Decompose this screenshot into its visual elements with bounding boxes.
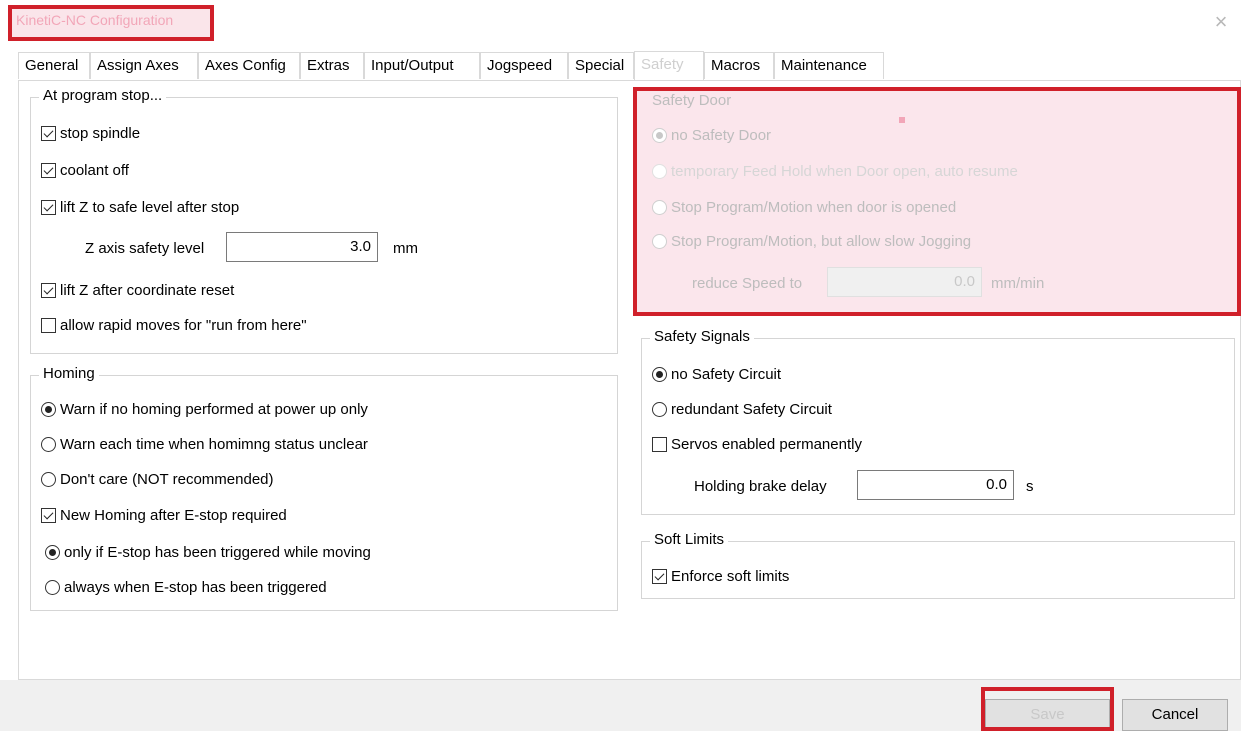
no-safety-door-radio[interactable] bbox=[652, 128, 667, 143]
close-icon[interactable]: × bbox=[1210, 11, 1232, 34]
safety-door-title: Safety Door bbox=[652, 92, 732, 109]
allow-rapid-label: allow rapid moves for "run from here" bbox=[60, 317, 307, 334]
enforce-soft-limits-option[interactable]: Enforce soft limits bbox=[652, 568, 789, 585]
stop-allow-jog-option[interactable]: Stop Program/Motion, but allow slow Jogg… bbox=[652, 233, 971, 250]
homing-title: Homing bbox=[39, 365, 99, 382]
lift-z-label: lift Z to safe level after stop bbox=[60, 199, 240, 216]
allow-rapid-option[interactable]: allow rapid moves for "run from here" bbox=[41, 317, 307, 334]
dont-care-option[interactable]: Don't care (NOT recommended) bbox=[41, 471, 274, 488]
program-stop-title: At program stop... bbox=[39, 87, 167, 104]
tab-general[interactable]: General bbox=[18, 52, 90, 79]
no-safety-circuit-radio[interactable] bbox=[652, 367, 667, 382]
lift-z-reset-label: lift Z after coordinate reset bbox=[60, 282, 235, 299]
homing-group: Homing Warn if no homing performed at po… bbox=[30, 365, 618, 611]
window-title: KinetiC-NC Configuration bbox=[16, 12, 174, 28]
warn-each-time-option[interactable]: Warn each time when homimng status uncle… bbox=[41, 436, 368, 453]
tab-special[interactable]: Special bbox=[568, 52, 634, 79]
tab-axes-config[interactable]: Axes Config bbox=[198, 52, 300, 79]
allow-rapid-checkbox[interactable] bbox=[41, 318, 56, 333]
reduce-speed-input[interactable]: 0.0 bbox=[827, 267, 982, 297]
stop-allow-jog-label: Stop Program/Motion, but allow slow Jogg… bbox=[671, 233, 972, 250]
no-safety-circuit-label: no Safety Circuit bbox=[671, 366, 782, 383]
dont-care-radio[interactable] bbox=[41, 472, 56, 487]
soft-limits-group: Soft Limits Enforce soft limits bbox=[641, 531, 1235, 599]
reduce-speed-label: reduce Speed to bbox=[692, 275, 803, 292]
dont-care-label: Don't care (NOT recommended) bbox=[60, 471, 274, 488]
warn-power-up-radio[interactable] bbox=[41, 402, 56, 417]
stop-spindle-label: stop spindle bbox=[60, 125, 141, 142]
save-highlight-box bbox=[981, 687, 1114, 731]
safety-signals-group: Safety Signals no Safety Circuit redunda… bbox=[641, 328, 1235, 515]
always-radio[interactable] bbox=[45, 580, 60, 595]
safety-signals-title: Safety Signals bbox=[650, 328, 754, 345]
new-homing-checkbox[interactable] bbox=[41, 508, 56, 523]
new-homing-option[interactable]: New Homing after E-stop required bbox=[41, 507, 287, 524]
coolant-off-checkbox[interactable] bbox=[41, 163, 56, 178]
new-homing-label: New Homing after E-stop required bbox=[60, 507, 287, 524]
temp-feed-hold-radio[interactable] bbox=[652, 164, 667, 179]
tab-extras[interactable]: Extras bbox=[300, 52, 364, 79]
z-safety-level-unit: mm bbox=[393, 240, 418, 257]
lift-z-reset-option[interactable]: lift Z after coordinate reset bbox=[41, 282, 234, 299]
title-bar: KinetiC-NC Configuration × bbox=[0, 0, 1241, 44]
stop-spindle-checkbox[interactable] bbox=[41, 126, 56, 141]
lift-z-reset-checkbox[interactable] bbox=[41, 283, 56, 298]
tab-jogspeed[interactable]: Jogspeed bbox=[480, 52, 568, 79]
always-label: always when E-stop has been triggered bbox=[64, 579, 327, 596]
only-if-moving-option[interactable]: only if E-stop has been triggered while … bbox=[45, 544, 371, 561]
lift-z-option[interactable]: lift Z to safe level after stop bbox=[41, 199, 239, 216]
redundant-circuit-radio[interactable] bbox=[652, 402, 667, 417]
holding-brake-unit: s bbox=[1026, 478, 1034, 495]
safety-door-group: Safety Door no Safety Door temporary Fee… bbox=[641, 92, 1233, 305]
redundant-circuit-label: redundant Safety Circuit bbox=[671, 401, 832, 418]
stop-spindle-option[interactable]: stop spindle bbox=[41, 125, 140, 142]
stop-program-radio[interactable] bbox=[652, 200, 667, 215]
coolant-off-option[interactable]: coolant off bbox=[41, 162, 129, 179]
stop-program-label: Stop Program/Motion when door is opened bbox=[671, 199, 957, 216]
enforce-soft-limits-label: Enforce soft limits bbox=[671, 568, 790, 585]
reduce-speed-unit: mm/min bbox=[991, 275, 1045, 292]
lift-z-checkbox[interactable] bbox=[41, 200, 56, 215]
coolant-off-label: coolant off bbox=[60, 162, 129, 179]
tab-assign-axes[interactable]: Assign Axes bbox=[90, 52, 198, 79]
no-safety-circuit-option[interactable]: no Safety Circuit bbox=[652, 366, 781, 383]
stop-program-option[interactable]: Stop Program/Motion when door is opened bbox=[652, 199, 956, 216]
program-stop-group: At program stop... stop spindle coolant … bbox=[30, 87, 618, 354]
tab-safety[interactable]: Safety bbox=[634, 51, 704, 80]
tab-strip: General Assign Axes Axes Config Extras I… bbox=[18, 51, 1241, 80]
enforce-soft-limits-checkbox[interactable] bbox=[652, 569, 667, 584]
configuration-window: KinetiC-NC Configuration × General Assig… bbox=[0, 0, 1241, 731]
redundant-circuit-option[interactable]: redundant Safety Circuit bbox=[652, 401, 832, 418]
warn-power-up-label: Warn if no homing performed at power up … bbox=[60, 401, 368, 418]
stop-allow-jog-radio[interactable] bbox=[652, 234, 667, 249]
holding-brake-label: Holding brake delay bbox=[694, 478, 827, 495]
no-safety-door-label: no Safety Door bbox=[671, 127, 772, 144]
z-safety-level-label: Z axis safety level bbox=[85, 240, 205, 257]
cancel-button[interactable]: Cancel bbox=[1122, 699, 1228, 731]
only-if-moving-radio[interactable] bbox=[45, 545, 60, 560]
no-safety-door-option[interactable]: no Safety Door bbox=[652, 127, 771, 144]
tab-macros[interactable]: Macros bbox=[704, 52, 774, 79]
servos-enabled-checkbox[interactable] bbox=[652, 437, 667, 452]
soft-limits-title: Soft Limits bbox=[650, 531, 729, 548]
z-safety-level-input[interactable]: 3.0 bbox=[226, 232, 378, 262]
tab-maintenance[interactable]: Maintenance bbox=[774, 52, 884, 79]
holding-brake-input[interactable]: 0.0 bbox=[857, 470, 1014, 500]
always-option[interactable]: always when E-stop has been triggered bbox=[45, 579, 327, 596]
servos-enabled-label: Servos enabled permanently bbox=[671, 436, 862, 453]
warn-each-time-radio[interactable] bbox=[41, 437, 56, 452]
warn-power-up-option[interactable]: Warn if no homing performed at power up … bbox=[41, 401, 368, 418]
temp-feed-hold-label: temporary Feed Hold when Door open, auto… bbox=[671, 163, 1018, 180]
temp-feed-hold-option[interactable]: temporary Feed Hold when Door open, auto… bbox=[652, 163, 1018, 180]
servos-enabled-option[interactable]: Servos enabled permanently bbox=[652, 436, 862, 453]
warn-each-time-label: Warn each time when homimng status uncle… bbox=[60, 436, 368, 453]
only-if-moving-label: only if E-stop has been triggered while … bbox=[64, 544, 371, 561]
tab-input-output[interactable]: Input/Output bbox=[364, 52, 480, 79]
